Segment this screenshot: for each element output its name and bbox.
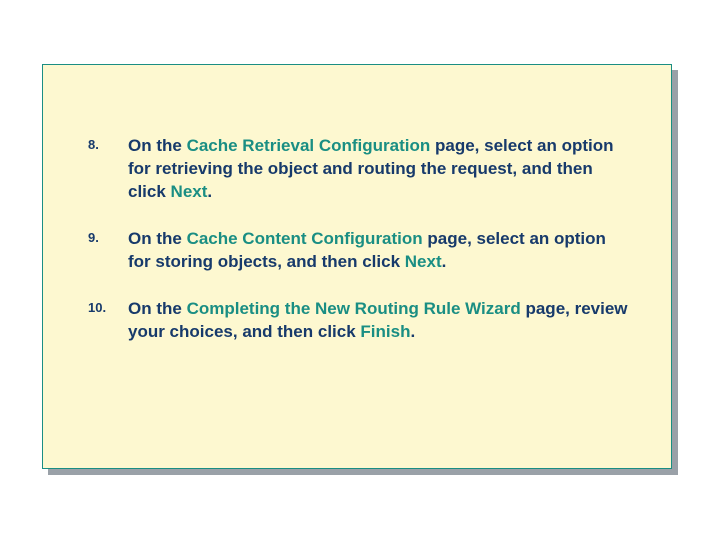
list-item: 10. On the Completing the New Routing Ru… — [88, 298, 631, 368]
item-text: On the Cache Content Configuration page,… — [128, 228, 631, 298]
highlight-page-name: Cache Retrieval Configuration — [187, 136, 431, 155]
item-number: 9. — [88, 228, 128, 298]
numbered-list: 8. On the Cache Retrieval Configuration … — [88, 135, 631, 368]
highlight-action: Next — [171, 182, 208, 201]
item-text: On the Cache Retrieval Configuration pag… — [128, 135, 631, 228]
highlight-page-name: Cache Content Configuration — [187, 229, 423, 248]
list-item: 9. On the Cache Content Configuration pa… — [88, 228, 631, 298]
list-item: 8. On the Cache Retrieval Configuration … — [88, 135, 631, 228]
text-segment: . — [410, 322, 415, 341]
text-segment: On the — [128, 299, 187, 318]
highlight-action: Finish — [360, 322, 410, 341]
text-segment: . — [442, 252, 447, 271]
text-segment: . — [207, 182, 212, 201]
item-text: On the Completing the New Routing Rule W… — [128, 298, 631, 368]
content-box: 8. On the Cache Retrieval Configuration … — [42, 64, 672, 469]
text-segment: On the — [128, 229, 187, 248]
highlight-page-name: Completing the New Routing Rule Wizard — [187, 299, 521, 318]
item-number: 8. — [88, 135, 128, 228]
item-number: 10. — [88, 298, 128, 368]
highlight-action: Next — [405, 252, 442, 271]
text-segment: On the — [128, 136, 187, 155]
